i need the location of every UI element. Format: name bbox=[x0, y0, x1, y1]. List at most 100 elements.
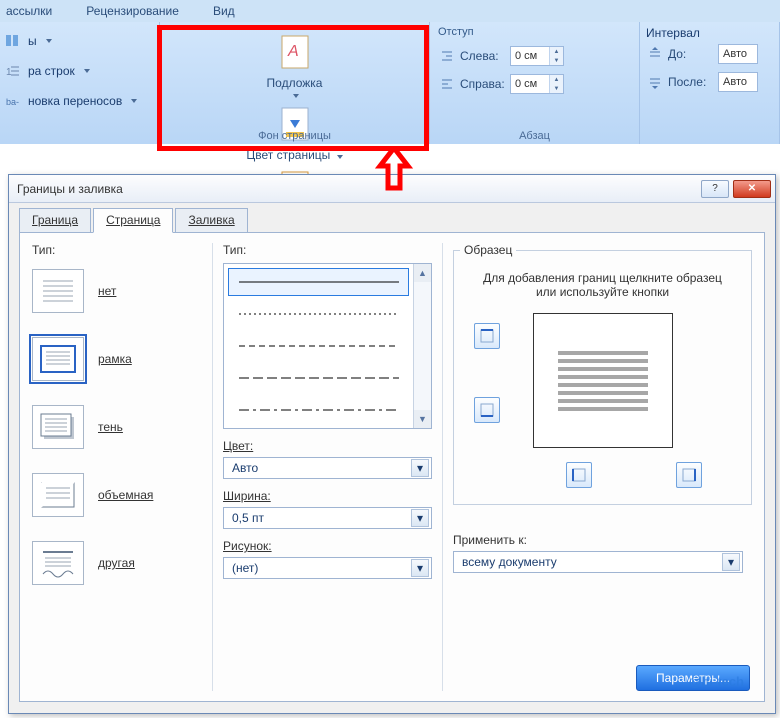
group-header-label: Отступ bbox=[438, 26, 474, 38]
svg-text:ba-: ba- bbox=[6, 97, 19, 107]
setting-3d-thumb bbox=[32, 473, 84, 517]
setting-shadow-thumb bbox=[32, 405, 84, 449]
combo-value: всему документу bbox=[462, 555, 557, 569]
field-label: После: bbox=[668, 75, 714, 89]
field-label: Применить к: bbox=[453, 533, 752, 547]
setting-label: нет bbox=[98, 284, 116, 298]
chevron-down-icon bbox=[84, 69, 90, 73]
watermark-icon: A bbox=[278, 32, 312, 72]
chevron-down-icon: ▾ bbox=[411, 459, 429, 477]
field-label: Цвет: bbox=[223, 439, 432, 453]
dialog-title: Границы и заливка bbox=[17, 182, 123, 196]
borders-and-shading-dialog: Границы и заливка ? ✕ Граница Страница З… bbox=[8, 174, 776, 714]
setting-option-custom[interactable]: другая bbox=[32, 541, 202, 585]
ribbon-group-paragraph: Отступ Слева: ▲▼ Справа: ▲▼ Абзац bbox=[430, 22, 640, 144]
spacing-before-input[interactable] bbox=[719, 45, 757, 63]
chevron-down-icon bbox=[46, 39, 52, 43]
setting-none-thumb bbox=[32, 269, 84, 313]
setting-option-none[interactable]: нет bbox=[32, 269, 202, 313]
field-label: Ширина: bbox=[223, 489, 432, 503]
section-label: Тип: bbox=[32, 243, 202, 257]
ribbon-group-label: Фон страницы bbox=[160, 130, 429, 142]
section-label: Тип: bbox=[223, 243, 432, 257]
spacing-after-input[interactable] bbox=[719, 73, 757, 91]
ribbon-item-label: ра строк bbox=[28, 64, 75, 78]
style-column: Тип: ▲ ▼ Цвет: bbox=[212, 243, 432, 691]
indent-left-input[interactable] bbox=[511, 47, 549, 65]
tab-page[interactable]: Страница bbox=[93, 208, 173, 233]
spacing-after-spinner[interactable] bbox=[718, 72, 758, 92]
ribbon-tab[interactable]: Вид bbox=[213, 4, 235, 18]
group-header-label: Интервал bbox=[646, 26, 700, 40]
spinner-buttons[interactable]: ▲▼ bbox=[549, 47, 563, 65]
close-button[interactable]: ✕ bbox=[733, 180, 771, 198]
button-label: Подложка bbox=[267, 76, 323, 90]
border-art-combo[interactable]: (нет) ▾ bbox=[223, 557, 432, 579]
spacing-before-icon bbox=[646, 45, 664, 63]
ribbon-item[interactable]: 1 ра строк bbox=[4, 62, 153, 80]
field-label: Справа: bbox=[460, 77, 506, 91]
indent-left-spinner[interactable]: ▲▼ bbox=[510, 46, 564, 66]
tab-border[interactable]: Граница bbox=[19, 208, 91, 233]
spacing-before-spinner[interactable] bbox=[718, 44, 758, 64]
ribbon-item[interactable]: ы bbox=[4, 32, 153, 50]
tab-fill[interactable]: Заливка bbox=[175, 208, 247, 233]
ribbon-group-page-setup: ы 1 ра строк ba- новка переносов bbox=[0, 22, 160, 144]
setting-box-thumb bbox=[32, 337, 84, 381]
combo-value: (нет) bbox=[232, 561, 258, 575]
ribbon-tabs: ассылки Рецензирование Вид bbox=[0, 0, 780, 22]
ribbon-item-label: ы bbox=[28, 34, 37, 48]
border-right-toggle[interactable] bbox=[676, 462, 702, 488]
setting-option-box[interactable]: рамка bbox=[32, 337, 202, 381]
apply-to-combo[interactable]: всему документу ▾ bbox=[453, 551, 743, 573]
dialog-tabs: Граница Страница Заливка bbox=[19, 208, 765, 233]
watermark-button[interactable]: A Подложка bbox=[166, 26, 423, 98]
hyphenation-icon: ba- bbox=[4, 92, 22, 110]
setting-label: тень bbox=[98, 420, 123, 434]
line-numbers-icon: 1 bbox=[4, 62, 22, 80]
scroll-track[interactable] bbox=[414, 282, 431, 410]
border-width-combo[interactable]: 0,5 пт ▾ bbox=[223, 507, 432, 529]
section-label: Образец bbox=[460, 243, 516, 257]
combo-value: 0,5 пт bbox=[232, 511, 264, 525]
scroll-down-icon[interactable]: ▼ bbox=[414, 410, 431, 428]
scrollbar[interactable]: ▲ ▼ bbox=[413, 264, 431, 428]
tab-page-panel: Тип: нет рамка те bbox=[19, 232, 765, 702]
page-preview[interactable] bbox=[533, 313, 673, 448]
chevron-down-icon: ▾ bbox=[411, 509, 429, 527]
ribbon-item-label: новка переносов bbox=[28, 94, 122, 108]
options-button[interactable]: Параметры... bbox=[636, 665, 750, 691]
setting-column: Тип: нет рамка те bbox=[32, 243, 202, 691]
border-style-listbox[interactable]: ▲ ▼ bbox=[223, 263, 432, 429]
setting-custom-thumb bbox=[32, 541, 84, 585]
field-label: Рисунок: bbox=[223, 539, 432, 553]
ribbon-group-spacing: Интервал До: После: bbox=[640, 22, 780, 144]
chevron-down-icon: ▾ bbox=[411, 559, 429, 577]
spinner-buttons[interactable]: ▲▼ bbox=[549, 75, 563, 93]
setting-option-shadow[interactable]: тень bbox=[32, 405, 202, 449]
indent-right-input[interactable] bbox=[511, 75, 549, 93]
setting-label: рамка bbox=[98, 352, 132, 366]
border-left-toggle[interactable] bbox=[566, 462, 592, 488]
indent-right-spinner[interactable]: ▲▼ bbox=[510, 74, 564, 94]
help-button[interactable]: ? bbox=[701, 180, 729, 198]
ribbon: ы 1 ра строк ba- новка переносов A Подло… bbox=[0, 22, 780, 144]
scroll-up-icon[interactable]: ▲ bbox=[414, 264, 431, 282]
border-top-toggle[interactable] bbox=[474, 323, 500, 349]
border-color-combo[interactable]: Авто ▾ bbox=[223, 457, 432, 479]
spacing-after-icon bbox=[646, 73, 664, 91]
dialog-titlebar: Границы и заливка ? ✕ bbox=[9, 175, 775, 203]
setting-label: другая bbox=[98, 556, 135, 570]
ribbon-tab[interactable]: ассылки bbox=[6, 4, 52, 18]
svg-text:A: A bbox=[287, 43, 299, 60]
ribbon-item[interactable]: ba- новка переносов bbox=[4, 92, 153, 110]
ribbon-group-label: Абзац bbox=[430, 130, 639, 142]
setting-option-3d[interactable]: объемная bbox=[32, 473, 202, 517]
columns-icon bbox=[4, 32, 22, 50]
svg-text:1: 1 bbox=[6, 67, 12, 78]
border-bottom-toggle[interactable] bbox=[474, 397, 500, 423]
preview-column: Образец Для добавления границ щелкните о… bbox=[442, 243, 752, 691]
chevron-down-icon: ▾ bbox=[722, 553, 740, 571]
button-label: Цвет страницы bbox=[246, 148, 330, 162]
ribbon-tab[interactable]: Рецензирование bbox=[86, 4, 179, 18]
